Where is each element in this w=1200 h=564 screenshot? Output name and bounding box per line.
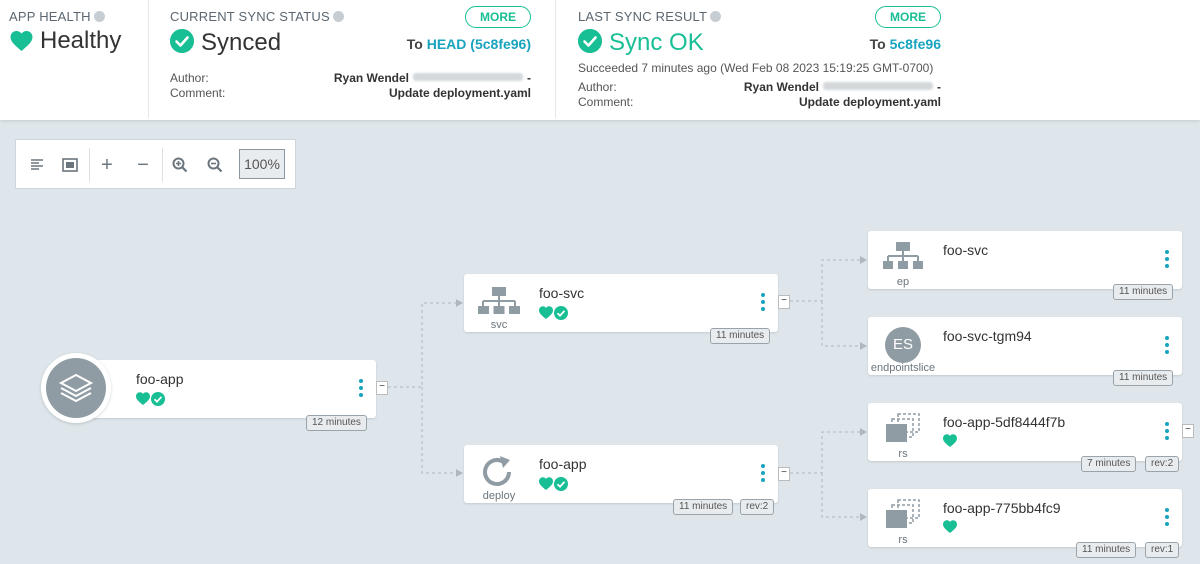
edge-deploy-rs2 xyxy=(821,473,860,518)
age-tag: 7 minutes xyxy=(1081,456,1137,472)
deploy-icon xyxy=(483,456,511,486)
healthy-synced-icons xyxy=(136,392,165,406)
node-kind: deploy xyxy=(482,490,516,502)
collapse-toggle[interactable]: − xyxy=(376,381,388,395)
age-tag: 11 minutes xyxy=(1113,370,1174,386)
node-menu-icon[interactable] xyxy=(760,464,766,486)
age-tag: 11 minutes xyxy=(710,328,771,344)
node-name: foo-app-5df8444f7b xyxy=(943,414,1066,430)
age-tag: 11 minutes xyxy=(673,499,734,515)
node-menu-icon[interactable] xyxy=(1164,250,1170,272)
age-tag: 11 minutes xyxy=(1113,284,1174,300)
node-kind: rs xyxy=(898,534,908,546)
app-node[interactable]: foo-app 12 minutes xyxy=(90,360,376,431)
es-badge-icon: ES xyxy=(885,327,921,363)
heart-icon xyxy=(943,520,957,533)
node-kind: ep xyxy=(896,276,910,288)
age-tag: 12 minutes xyxy=(306,415,367,431)
node-name: foo-app-775bb4fc9 xyxy=(943,500,1061,516)
revision-tag: rev:2 xyxy=(740,499,775,515)
node-menu-icon[interactable] xyxy=(358,379,364,401)
healthy-synced-icons xyxy=(539,306,568,320)
edge-svc-es xyxy=(821,301,860,347)
ep-node[interactable]: ep foo-svc 11 minutes xyxy=(868,231,1182,300)
endpointslice-node[interactable]: ES endpointslice foo-svc-tgm94 11 minute… xyxy=(868,317,1182,386)
node-name: foo-app xyxy=(136,371,184,387)
svc-node[interactable]: svc foo-svc 11 minutes xyxy=(464,274,778,344)
endpoints-icon xyxy=(883,242,923,269)
layers-icon xyxy=(58,373,94,403)
app-icon xyxy=(41,353,111,423)
deploy-node[interactable]: deploy foo-app 11 minutes rev:2 xyxy=(464,445,778,515)
node-menu-icon[interactable] xyxy=(1164,422,1170,444)
heart-icon xyxy=(943,434,957,447)
node-kind: endpointslice xyxy=(870,362,936,374)
age-tag: 11 minutes xyxy=(1076,542,1137,558)
healthy-synced-icons xyxy=(539,477,568,491)
collapse-toggle[interactable]: − xyxy=(778,295,790,309)
edge-svc-ep xyxy=(790,259,860,302)
node-name: foo-svc xyxy=(943,242,989,258)
collapse-toggle[interactable]: − xyxy=(778,467,790,481)
node-menu-icon[interactable] xyxy=(1164,336,1170,358)
service-icon xyxy=(478,287,520,314)
replicaset-node[interactable]: rs foo-app-775bb4fc9 11 minutes rev:1 xyxy=(868,489,1182,558)
edge-app-deploy xyxy=(421,387,456,474)
node-menu-icon[interactable] xyxy=(1164,508,1170,530)
node-name: foo-app xyxy=(539,456,587,472)
node-kind: svc xyxy=(490,319,508,331)
collapse-toggle[interactable]: − xyxy=(1182,424,1194,438)
replicaset-node[interactable]: rs foo-app-5df8444f7b 7 minutes rev:2 xyxy=(868,403,1182,472)
replicaset-icon xyxy=(886,413,920,442)
revision-tag: rev:1 xyxy=(1145,542,1180,558)
node-name: foo-svc xyxy=(539,285,585,301)
edge-deploy-rs1 xyxy=(790,431,860,474)
node-menu-icon[interactable] xyxy=(760,293,766,315)
replicaset-icon xyxy=(886,499,920,528)
edge-app-svc xyxy=(388,302,456,388)
revision-tag: rev:2 xyxy=(1145,456,1180,472)
node-kind: rs xyxy=(898,448,908,460)
node-name: foo-svc-tgm94 xyxy=(943,328,1032,344)
